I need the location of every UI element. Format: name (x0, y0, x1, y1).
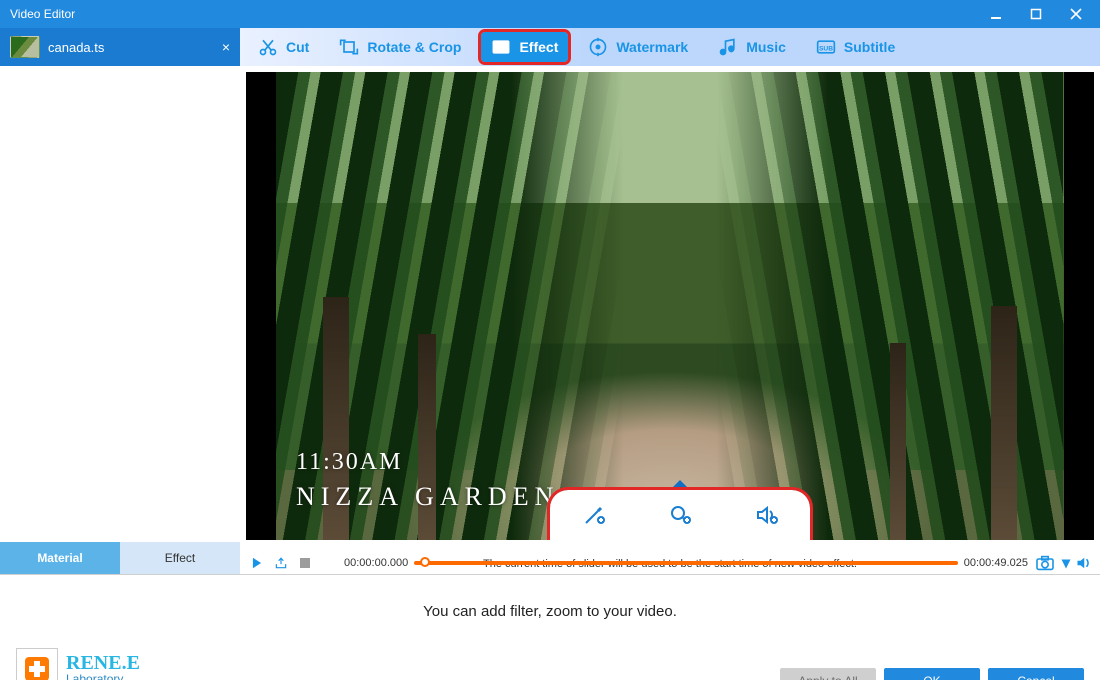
file-name: canada.ts (48, 40, 214, 55)
sidebar-tab-effect-label: Effect (165, 551, 195, 565)
tool-rotate-crop[interactable]: Rotate & Crop (329, 32, 471, 62)
play-button[interactable] (248, 554, 266, 572)
tool-music-label: Music (746, 39, 786, 55)
cancel-label: Cancel (1017, 674, 1054, 680)
preview-column: 11:30AM NIZZA GARDEN (240, 66, 1100, 574)
main-toolbar: Cut Rotate & Crop Effect Watermark (240, 28, 1100, 66)
tool-subtitle[interactable]: SUB Subtitle (806, 32, 905, 62)
tool-effect-label: Effect (519, 39, 558, 55)
tool-watermark-label: Watermark (616, 39, 688, 55)
timeline-track[interactable] (414, 561, 958, 565)
sidebar-tab-effect[interactable]: Effect (120, 542, 240, 574)
effect-actions-bar (550, 490, 810, 540)
close-button[interactable] (1056, 0, 1096, 28)
apply-to-all-button[interactable]: Apply to All (780, 668, 876, 680)
video-overlay-time: 11:30AM (296, 449, 402, 476)
add-zoom-button[interactable] (666, 501, 694, 529)
add-filter-button[interactable] (580, 501, 608, 529)
tool-rotate-crop-label: Rotate & Crop (367, 39, 461, 55)
tool-music[interactable]: Music (708, 32, 796, 62)
titlebar: Video Editor (0, 0, 1100, 28)
sidebar-tabs: Material Effect (0, 542, 240, 574)
svg-text:SUB: SUB (819, 45, 833, 52)
timeline-row: The current time of slider will be used … (240, 540, 1100, 574)
cancel-button[interactable]: Cancel (988, 668, 1084, 680)
snapshot-button[interactable] (1034, 554, 1056, 572)
video-overlay-caption: NIZZA GARDEN (296, 482, 559, 512)
file-thumbnail (10, 36, 40, 58)
scene-trunk (890, 343, 906, 540)
volume-button[interactable] (1076, 554, 1094, 572)
brand-line2: Laboratory (66, 673, 140, 680)
stop-button[interactable] (296, 554, 314, 572)
video-frame: 11:30AM NIZZA GARDEN (276, 72, 1064, 540)
timeline-start-time: 00:00:00.000 (344, 557, 408, 569)
app-title: Video Editor (10, 7, 976, 21)
brand-text: RENE.E Laboratory (66, 653, 140, 680)
main-area: Material Effect 11:30AM NIZZA GARDEN (0, 66, 1100, 574)
footer-hint: You can add filter, zoom to your video. (0, 603, 1100, 620)
sidebar-tab-material[interactable]: Material (0, 542, 120, 574)
tool-subtitle-label: Subtitle (844, 39, 895, 55)
footer-buttons: Apply to All OK Cancel (780, 668, 1084, 680)
scene-trunk (991, 306, 1017, 540)
file-tab-close-icon[interactable]: × (222, 39, 230, 55)
sidebar-blank (0, 66, 240, 542)
apply-to-all-label: Apply to All (798, 674, 857, 680)
ok-button[interactable]: OK (884, 668, 980, 680)
timeline-end-time: 00:00:49.025 (964, 557, 1028, 569)
sidebar-tab-material-label: Material (37, 551, 82, 565)
ok-label: OK (923, 674, 940, 680)
tool-cut-label: Cut (286, 39, 309, 55)
tool-cut[interactable]: Cut (248, 32, 319, 62)
file-tab[interactable]: canada.ts × (0, 28, 240, 66)
footer: You can add filter, zoom to your video. … (0, 574, 1100, 680)
maximize-button[interactable] (1016, 0, 1056, 28)
tool-effect[interactable]: Effect (481, 32, 568, 62)
minimize-button[interactable] (976, 0, 1016, 28)
snapshot-chevron-icon[interactable]: ▾ (1062, 553, 1070, 573)
export-frame-button[interactable] (272, 554, 290, 572)
brand-logo-icon (16, 648, 58, 680)
brand: RENE.E Laboratory (16, 648, 140, 680)
video-preview[interactable]: 11:30AM NIZZA GARDEN (246, 72, 1094, 540)
brand-line1: RENE.E (66, 653, 140, 673)
add-volume-button[interactable] (753, 501, 781, 529)
sidebar: Material Effect (0, 66, 240, 574)
tool-watermark[interactable]: Watermark (578, 32, 698, 62)
timeline-knob[interactable] (420, 557, 430, 567)
tab-row: canada.ts × Cut Rotate & Crop (0, 28, 1100, 66)
